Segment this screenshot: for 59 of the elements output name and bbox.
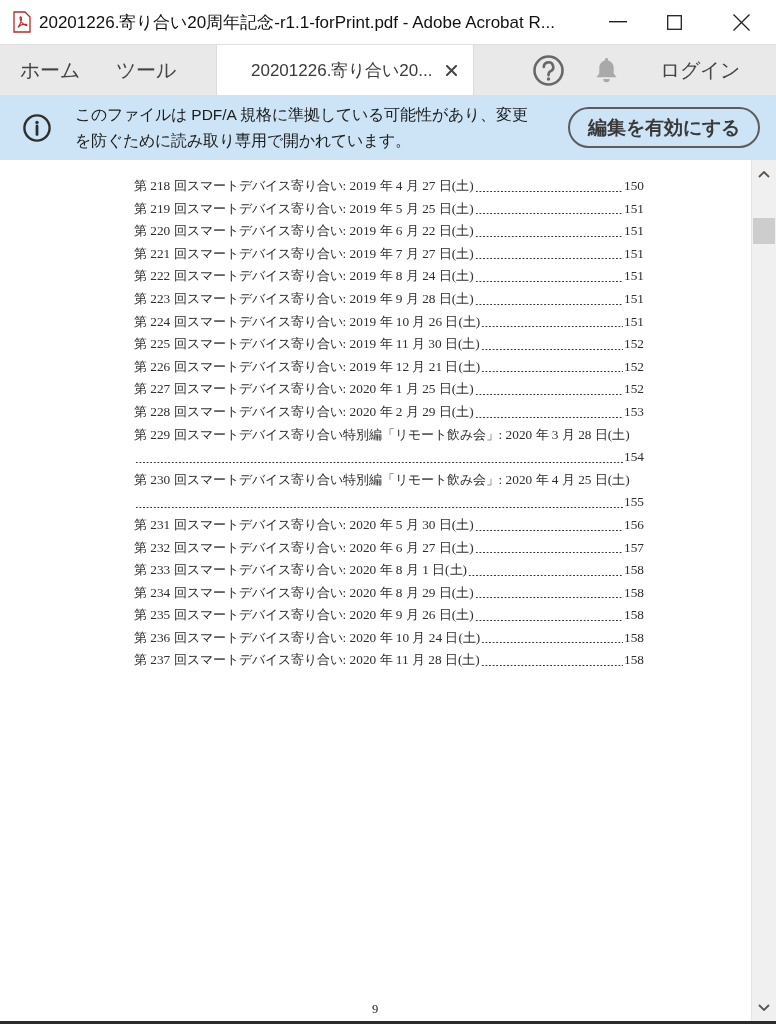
toc-page-number[interactable]: 153 [624, 400, 644, 424]
toc-page-number[interactable]: 152 [624, 378, 644, 401]
read-only-message: このファイルは PDF/A 規格に準拠している可能性があり、変更を防ぐために読み取り専用で開かれています。 [75, 104, 530, 151]
login-button[interactable]: ログイン [660, 56, 740, 84]
chevron-up-icon[interactable] [758, 171, 770, 178]
chevron-down-icon[interactable] [758, 1004, 770, 1011]
toc-entry-title[interactable]: 第 227 回スマートデバイス寄り合い: 2020 年 1 月 25 日(土) [134, 378, 474, 401]
scrollbar-thumb[interactable] [753, 218, 775, 244]
toc-page-number[interactable]: 155 [624, 491, 644, 514]
toc-page-number[interactable]: 152 [624, 333, 644, 356]
toc-entry-title[interactable]: 第 225 回スマートデバイス寄り合い: 2019 年 11 月 30 日(土) [134, 333, 480, 356]
window-title: 20201226.寄り合い20周年記念-r1.1-forPrint.pdf - Adobe Acrobat R... [39, 11, 555, 34]
toc-page-number[interactable]: 158 [624, 559, 644, 582]
toc-entry-title[interactable]: 第 235 回スマートデバイス寄り合い: 2020 年 9 月 26 日(土) [134, 604, 474, 627]
toc-entry-title[interactable]: 第 221 回スマートデバイス寄り合い: 2019 年 7 月 27 日(土) [134, 242, 474, 266]
toc-entry-title[interactable]: 第 226 回スマートデバイス寄り合い: 2019 年 12 月 21 日(土) [134, 355, 481, 379]
toc-page-number[interactable]: 157 [624, 536, 644, 560]
toc-page-number[interactable]: 151 [624, 220, 644, 243]
close-icon[interactable] [733, 13, 750, 31]
toc-entry-title[interactable]: 第 219 回スマートデバイス寄り合い: 2019 年 5 月 25 日(土) [134, 197, 474, 221]
maximize-icon[interactable] [667, 14, 682, 30]
toc-page-number[interactable]: 158 [624, 581, 644, 605]
toc-page-number[interactable]: 151 [624, 287, 644, 311]
pdf-file-icon [13, 11, 31, 33]
toc-page-number[interactable]: 151 [624, 310, 644, 334]
enable-editing-button[interactable]: 編集を有効にする [568, 107, 760, 148]
document-tab[interactable]: 20201226.寄り合い20... [216, 45, 474, 95]
toc-entry-title[interactable]: 第 233 回スマートデバイス寄り合い: 2020 年 8 月 1 日(土) [134, 559, 467, 582]
toc-entry-title[interactable]: 第 230 回スマートデバイス寄り合い特別編「リモート飲み会」: 2020 年 4 月 25 日(土) [134, 468, 630, 492]
toc-entry-title[interactable]: 第 224 回スマートデバイス寄り合い: 2019 年 10 月 26 日(土) [134, 310, 481, 334]
toc-entry-title[interactable]: 第 234 回スマートデバイス寄り合い: 2020 年 8 月 29 日(土) [134, 581, 474, 605]
toc-page-number[interactable]: 154 [624, 446, 644, 469]
toc-page-number[interactable]: 158 [624, 604, 644, 627]
toc-entry-title[interactable]: 第 231 回スマートデバイス寄り合い: 2020 年 5 月 30 日(土) [134, 513, 474, 537]
close-icon[interactable] [446, 64, 457, 76]
toc-entry-title[interactable]: 第 228 回スマートデバイス寄り合い: 2020 年 2 月 29 日(土) [134, 400, 474, 424]
toc-entry-title[interactable]: 第 229 回スマートデバイス寄り合い特別編「リモート飲み会」: 2020 年 3 月 28 日(土) [134, 423, 630, 447]
toc-entry-title[interactable]: 第 218 回スマートデバイス寄り合い: 2019 年 4 月 27 日(土) [134, 175, 474, 198]
info-icon [23, 113, 51, 142]
minimize-icon[interactable] [609, 21, 627, 23]
toc-page-number[interactable]: 151 [624, 265, 644, 288]
toc-entry-title[interactable]: 第 222 回スマートデバイス寄り合い: 2019 年 8 月 24 日(土) [134, 265, 474, 288]
page-number: 9 [372, 1002, 379, 1017]
toc-page-number[interactable]: 158 [624, 649, 644, 673]
toc-entry-title[interactable]: 第 223 回スマートデバイス寄り合い: 2019 年 9 月 28 日(土) [134, 287, 474, 311]
nav-tab[interactable]: ホーム [0, 45, 98, 95]
toc-entry-title[interactable]: 第 220 回スマートデバイス寄り合い: 2019 年 6 月 22 日(土) [134, 220, 474, 243]
toc-entry-title[interactable]: 第 236 回スマートデバイス寄り合い: 2020 年 10 月 24 日(土) [134, 626, 481, 650]
toc-entry-title[interactable]: 第 237 回スマートデバイス寄り合い: 2020 年 11 月 28 日(土) [134, 649, 480, 673]
toc-page-number[interactable]: 151 [624, 242, 644, 266]
help-icon[interactable] [533, 54, 564, 86]
toc-page-number[interactable]: 156 [624, 513, 644, 537]
toc-page-number[interactable]: 158 [624, 626, 644, 650]
toc-page-number[interactable]: 150 [624, 175, 644, 198]
toc-entry-title[interactable]: 第 232 回スマートデバイス寄り合い: 2020 年 6 月 27 日(土) [134, 536, 474, 560]
toc-page-number[interactable]: 151 [624, 197, 644, 221]
toc-page-number[interactable]: 152 [624, 355, 644, 379]
nav-tab[interactable]: ツール [98, 45, 194, 95]
scrollbar[interactable] [751, 160, 776, 1021]
